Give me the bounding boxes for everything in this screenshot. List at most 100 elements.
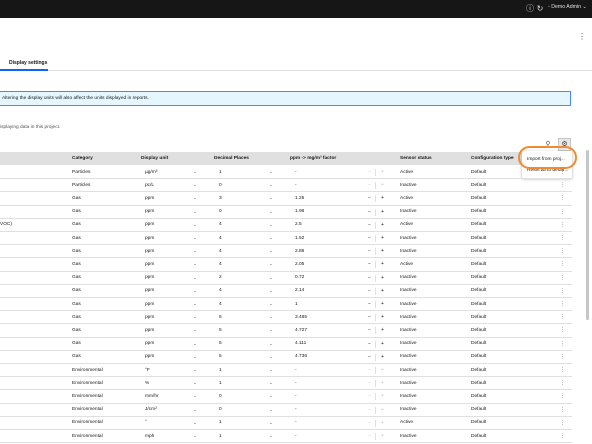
display-unit-select[interactable]: mm/hr: [145, 394, 159, 399]
decimal-places-select[interactable]: 2: [219, 275, 222, 280]
decrement-button[interactable]: −: [368, 433, 371, 439]
decimal-places-select[interactable]: 0: [219, 209, 222, 214]
display-unit-select[interactable]: %: [145, 381, 149, 386]
increment-button[interactable]: +: [381, 182, 384, 188]
row-overflow-menu-icon[interactable]: ⋮: [560, 341, 565, 347]
factor-input[interactable]: 4.111: [295, 341, 306, 346]
decrement-button[interactable]: −: [368, 367, 371, 373]
decrement-button[interactable]: −: [368, 222, 371, 228]
factor-input[interactable]: 1: [295, 302, 298, 307]
display-unit-select[interactable]: pc/L: [145, 183, 154, 188]
decrement-button[interactable]: −: [368, 275, 371, 281]
increment-button[interactable]: +: [381, 367, 384, 373]
row-overflow-menu-icon[interactable]: ⋮: [560, 433, 565, 439]
display-unit-select[interactable]: µg/m³: [145, 170, 157, 175]
decrement-button[interactable]: −: [368, 248, 371, 254]
increment-button[interactable]: +: [381, 341, 384, 347]
display-unit-select[interactable]: ppm: [145, 249, 154, 254]
factor-input[interactable]: 2.05: [295, 262, 304, 267]
increment-button[interactable]: +: [381, 261, 384, 267]
row-overflow-menu-icon[interactable]: ⋮: [560, 248, 565, 254]
display-unit-select[interactable]: °: [145, 420, 147, 425]
row-overflow-menu-icon[interactable]: ⋮: [560, 301, 565, 307]
factor-input[interactable]: -: [295, 420, 297, 425]
display-unit-select[interactable]: ppm: [145, 236, 154, 241]
display-unit-select[interactable]: ppm: [145, 275, 154, 280]
decrement-button[interactable]: −: [368, 261, 371, 267]
decrement-button[interactable]: −: [368, 407, 371, 413]
increment-button[interactable]: +: [381, 433, 384, 439]
factor-input[interactable]: 3.485: [295, 315, 307, 320]
scrollbar[interactable]: [586, 150, 589, 320]
column-header-decimal-places[interactable]: Decimal Places: [214, 156, 249, 161]
increment-button[interactable]: +: [381, 209, 384, 215]
display-unit-select[interactable]: J/cm²: [145, 407, 157, 412]
increment-button[interactable]: +: [381, 195, 384, 201]
factor-input[interactable]: 4.736: [295, 354, 307, 359]
decrement-button[interactable]: −: [368, 380, 371, 386]
factor-input[interactable]: 4.727: [295, 328, 307, 333]
increment-button[interactable]: +: [381, 393, 384, 399]
column-header-configuration-type[interactable]: Configuration type: [471, 156, 514, 161]
display-unit-select[interactable]: ppm: [145, 341, 154, 346]
display-unit-select[interactable]: ppm: [145, 209, 154, 214]
increment-button[interactable]: +: [381, 222, 384, 228]
decrement-button[interactable]: −: [368, 341, 371, 347]
row-overflow-menu-icon[interactable]: ⋮: [560, 314, 565, 320]
decimal-places-select[interactable]: 4: [219, 302, 222, 307]
row-overflow-menu-icon[interactable]: ⋮: [560, 380, 565, 386]
factor-input[interactable]: -: [295, 434, 297, 439]
row-overflow-menu-icon[interactable]: ⋮: [560, 169, 565, 175]
decrement-button[interactable]: −: [368, 354, 371, 360]
decrement-button[interactable]: −: [368, 169, 371, 175]
row-overflow-menu-icon[interactable]: ⋮: [560, 275, 565, 281]
decimal-places-select[interactable]: 4: [219, 249, 222, 254]
row-overflow-menu-icon[interactable]: ⋮: [560, 182, 565, 188]
factor-input[interactable]: -: [295, 394, 297, 399]
factor-input[interactable]: 1.52: [295, 236, 304, 241]
decimal-places-select[interactable]: 4: [219, 236, 222, 241]
decimal-places-select[interactable]: 5: [219, 354, 222, 359]
increment-button[interactable]: +: [381, 314, 384, 320]
decimal-places-select[interactable]: 1: [219, 170, 222, 175]
decrement-button[interactable]: −: [368, 420, 371, 426]
decimal-places-select[interactable]: 4: [219, 288, 222, 293]
factor-input[interactable]: -: [295, 407, 297, 412]
display-unit-select[interactable]: ppm: [145, 315, 154, 320]
column-header-sensor-status[interactable]: Sensor status: [400, 156, 432, 161]
overflow-menu-icon[interactable]: ⋮: [578, 32, 586, 41]
tab-display-settings[interactable]: Display settings: [9, 60, 47, 66]
increment-button[interactable]: +: [381, 327, 384, 333]
decimal-places-select[interactable]: 0: [219, 183, 222, 188]
increment-button[interactable]: +: [381, 288, 384, 294]
decrement-button[interactable]: −: [368, 327, 371, 333]
row-overflow-menu-icon[interactable]: ⋮: [560, 222, 565, 228]
display-unit-select[interactable]: ppm: [145, 288, 154, 293]
refresh-icon[interactable]: ↻: [534, 3, 546, 15]
factor-input[interactable]: 1.25: [295, 196, 304, 201]
factor-input[interactable]: 2.5: [295, 222, 302, 227]
decimal-places-select[interactable]: 4: [219, 222, 222, 227]
factor-input[interactable]: 2.86: [295, 249, 304, 254]
row-overflow-menu-icon[interactable]: ⋮: [560, 288, 565, 294]
row-overflow-menu-icon[interactable]: ⋮: [560, 195, 565, 201]
row-overflow-menu-icon[interactable]: ⋮: [560, 367, 565, 373]
decimal-places-select[interactable]: 1: [219, 420, 222, 425]
decimal-places-select[interactable]: 3: [219, 196, 222, 201]
factor-input[interactable]: -: [295, 368, 297, 373]
display-unit-select[interactable]: ppm: [145, 196, 154, 201]
increment-button[interactable]: +: [381, 407, 384, 413]
row-overflow-menu-icon[interactable]: ⋮: [560, 327, 565, 333]
user-menu[interactable]: ◦ Demo Admin ⌄: [548, 4, 587, 10]
row-overflow-menu-icon[interactable]: ⋮: [560, 407, 565, 413]
column-header-category[interactable]: Category: [72, 156, 93, 161]
decrement-button[interactable]: −: [368, 235, 371, 241]
column-header-display-unit[interactable]: Display unit: [141, 156, 168, 161]
column-header-factor[interactable]: ppm -> mg/m³ factor: [290, 156, 336, 161]
decimal-places-select[interactable]: 5: [219, 315, 222, 320]
display-unit-select[interactable]: ppm: [145, 222, 154, 227]
decrement-button[interactable]: −: [368, 209, 371, 215]
increment-button[interactable]: +: [381, 169, 384, 175]
decrement-button[interactable]: −: [368, 393, 371, 399]
decimal-places-select[interactable]: 1: [219, 434, 222, 439]
